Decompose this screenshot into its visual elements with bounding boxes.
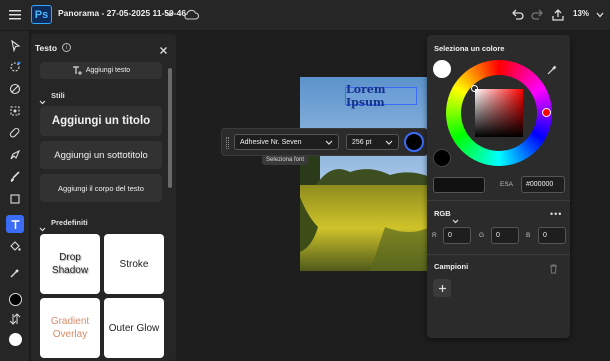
add-swatch-button[interactable]	[433, 279, 451, 297]
chevron-down-icon[interactable]	[39, 219, 47, 232]
color-preview-strip	[433, 177, 485, 193]
hue-wheel[interactable]	[446, 60, 552, 166]
swap-colors-icon[interactable]	[6, 310, 24, 328]
text-color-swatch[interactable]	[404, 132, 424, 152]
background-color-swatch[interactable]	[6, 330, 24, 348]
undo-icon[interactable]	[510, 8, 524, 21]
menu-icon[interactable]	[8, 8, 22, 22]
close-icon[interactable]	[159, 42, 169, 54]
styles-section-header[interactable]: Stili	[51, 91, 65, 100]
healing-brush-icon[interactable]	[6, 124, 24, 142]
presets-section-header[interactable]: Predefiniti	[51, 218, 88, 227]
b-label: B	[526, 232, 531, 239]
drag-handle[interactable]	[226, 137, 229, 149]
tools-toolbar	[0, 31, 30, 361]
chevron-down-icon[interactable]	[164, 9, 174, 19]
brush-icon[interactable]	[6, 168, 24, 186]
font-tooltip: Seleziona font	[262, 155, 309, 165]
r-input[interactable]: 0	[443, 227, 471, 244]
panel-scrollbar[interactable]	[168, 68, 172, 188]
chevron-down-icon[interactable]	[452, 211, 460, 224]
select-arrow-icon[interactable]	[6, 37, 24, 55]
g-label: G	[479, 232, 485, 239]
color-mode-select[interactable]: RGB	[434, 209, 451, 218]
canvas-text-layer[interactable]: Lorem Ipsum	[345, 83, 417, 109]
export-icon[interactable]	[551, 8, 565, 21]
divider	[427, 200, 570, 201]
chevron-down-icon	[325, 140, 333, 145]
hue-handle[interactable]	[542, 108, 551, 117]
hex-label: ESA	[500, 181, 514, 188]
g-input[interactable]: 0	[491, 227, 519, 244]
object-select-icon[interactable]	[6, 102, 24, 120]
font-size-select[interactable]: 256 pt	[346, 134, 399, 150]
b-input[interactable]: 0	[538, 227, 566, 244]
clone-stamp-icon[interactable]	[6, 146, 24, 164]
preset-gradient-overlay[interactable]: Gradient Overlay	[40, 298, 100, 358]
quick-select-icon[interactable]	[6, 58, 24, 76]
top-bar: Ps Panorama - 27-05-2025 11-50-46 13%	[0, 0, 610, 31]
text-options-bar: Adhesive Nr. Seven 256 pt	[221, 128, 428, 156]
color-picker-panel: Seleziona un colore ESA #000000 RGB ••• …	[427, 35, 570, 338]
add-text-button[interactable]: Aggiungi testo	[40, 62, 162, 79]
eyedropper-icon[interactable]	[547, 62, 559, 75]
canvas-photo[interactable]: Lorem Ipsum	[300, 77, 430, 271]
r-label: R	[432, 232, 437, 239]
zoom-level[interactable]: 13%	[573, 9, 589, 18]
saturation-brightness-square[interactable]	[475, 89, 523, 137]
trash-icon[interactable]	[549, 261, 559, 274]
redo-icon[interactable]	[530, 8, 544, 21]
preset-outer-glow[interactable]: Outer Glow	[104, 298, 164, 358]
font-name: Adhesive Nr. Seven	[240, 138, 302, 146]
plus-icon	[438, 284, 446, 292]
crop-shape-icon[interactable]	[6, 190, 24, 208]
add-heading-button[interactable]: Aggiungi un titolo	[40, 106, 162, 136]
text-panel: Testo i Aggiungi testo Stili Aggiungi un…	[31, 34, 176, 361]
preset-drop-shadow[interactable]: Drop Shadow	[40, 234, 100, 294]
panel-title: Testo	[35, 43, 58, 53]
adjust-icon[interactable]	[6, 80, 24, 98]
swatches-title: Campioni	[434, 262, 469, 271]
foreground-color-swatch[interactable]	[6, 290, 24, 308]
chevron-down-icon	[385, 140, 393, 145]
hex-input[interactable]: #000000	[521, 176, 565, 193]
add-text-icon	[72, 66, 82, 75]
add-subheading-button[interactable]: Aggiungi un sottotitolo	[40, 141, 162, 169]
font-size-value: 256 pt	[352, 138, 372, 146]
paint-bucket-icon[interactable]	[6, 237, 24, 255]
photoshop-logo: Ps	[31, 5, 52, 24]
divider	[427, 254, 570, 255]
info-icon[interactable]: i	[62, 43, 71, 52]
color-picker-title: Seleziona un colore	[434, 44, 505, 53]
previous-color-swatch[interactable]	[433, 60, 451, 78]
current-color-swatch[interactable]	[433, 149, 451, 167]
chevron-down-icon[interactable]	[595, 10, 605, 20]
chevron-down-icon[interactable]	[39, 92, 47, 105]
eyedropper-icon[interactable]	[6, 264, 24, 282]
font-select[interactable]: Adhesive Nr. Seven	[234, 134, 339, 150]
add-text-label: Aggiungi testo	[85, 67, 131, 74]
text-tool-icon[interactable]	[6, 215, 24, 233]
color-picker-handle[interactable]	[471, 85, 478, 92]
more-options-icon[interactable]: •••	[550, 209, 562, 219]
preset-stroke[interactable]: Stroke	[104, 234, 164, 294]
add-body-text-button[interactable]: Aggiungi il corpo del testo	[40, 174, 162, 202]
cloud-sync-icon[interactable]	[183, 7, 199, 21]
